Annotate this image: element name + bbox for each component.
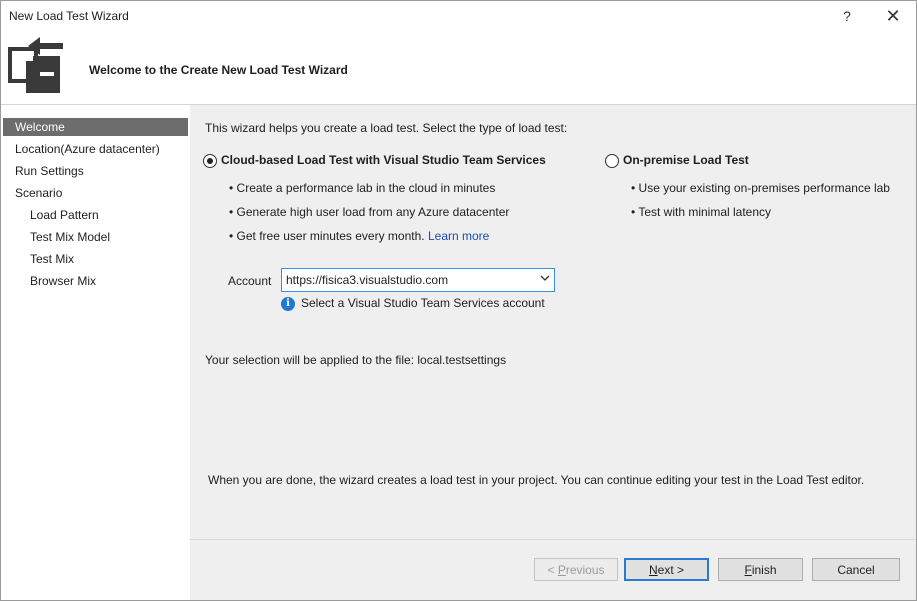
sidebar-item-test-mix-model[interactable]: Test Mix Model <box>3 228 188 246</box>
previous-prefix: < <box>547 563 558 577</box>
cloud-bullet-text: • Get free user minutes every month. <box>229 229 425 243</box>
sidebar-item-label: Scenario <box>15 186 63 200</box>
sidebar-item-scenario[interactable]: Scenario <box>3 184 188 202</box>
finish-button[interactable]: Finish <box>718 558 803 581</box>
previous-button[interactable]: < Previous <box>534 558 618 581</box>
sidebar-item-label: Welcome <box>15 120 65 134</box>
done-note: When you are done, the wizard creates a … <box>208 473 865 487</box>
finish-rest: inish <box>751 563 777 577</box>
sidebar-item-label: Test Mix Model <box>30 230 111 244</box>
cloud-bullet: • Generate high user load from any Azure… <box>229 205 510 219</box>
header-title: Welcome to the Create New Load Test Wiza… <box>89 63 348 77</box>
on-premise-load-test-radio[interactable] <box>605 154 619 168</box>
sidebar-item-label: Browser Mix <box>30 274 97 288</box>
wizard-steps-sidebar: Welcome Location(Azure datacenter) Run S… <box>1 105 190 600</box>
sidebar-item-load-pattern[interactable]: Load Pattern <box>3 206 188 224</box>
sidebar-item-label: Load Pattern <box>30 208 99 222</box>
cloud-bullet: • Create a performance lab in the cloud … <box>229 181 496 195</box>
next-rest: ext > <box>657 563 685 577</box>
previous-rest: revious <box>565 563 605 577</box>
button-divider <box>190 539 916 540</box>
chevron-down-icon[interactable] <box>540 273 550 283</box>
next-button[interactable]: Next > <box>624 558 709 581</box>
next-accelerator: N <box>648 563 658 577</box>
sidebar-item-run-settings[interactable]: Run Settings <box>3 162 188 180</box>
sidebar-item-location[interactable]: Location(Azure datacenter) <box>3 140 188 158</box>
selection-note: Your selection will be applied to the fi… <box>205 353 507 367</box>
onprem-bullet: • Test with minimal latency <box>631 205 772 219</box>
sidebar-item-label: Location(Azure datacenter) <box>15 142 160 156</box>
sidebar-item-label: Test Mix <box>30 252 75 266</box>
sidebar-item-welcome[interactable]: Welcome <box>3 118 188 136</box>
title-bar: New Load Test Wizard ? ✕ <box>1 1 916 31</box>
cloud-bullet: • Get free user minutes every month. Lea… <box>229 229 489 243</box>
onprem-bullet: • Use your existing on-premises performa… <box>631 181 890 195</box>
wizard-doc-icon <box>8 37 63 93</box>
finish-accelerator: F <box>744 563 752 577</box>
close-button[interactable]: ✕ <box>879 5 907 27</box>
account-combobox[interactable]: https://fisica3.visualstudio.com <box>281 268 555 292</box>
on-premise-load-test-label[interactable]: On-premise Load Test <box>623 153 749 167</box>
sidebar-item-test-mix[interactable]: Test Mix <box>3 250 188 268</box>
window-title: New Load Test Wizard <box>9 9 129 23</box>
wizard-window: New Load Test Wizard ? ✕ Welcome to the … <box>0 0 917 601</box>
wizard-main-panel: This wizard helps you create a load test… <box>190 105 916 600</box>
help-button[interactable]: ? <box>833 5 861 27</box>
info-icon: i <box>281 297 295 311</box>
wizard-header: Welcome to the Create New Load Test Wiza… <box>1 31 916 104</box>
cloud-load-test-radio[interactable] <box>203 154 217 168</box>
sidebar-item-browser-mix[interactable]: Browser Mix <box>3 272 188 290</box>
sidebar-item-label: Run Settings <box>15 164 84 178</box>
intro-text: This wizard helps you create a load test… <box>205 121 568 135</box>
account-label: Account <box>228 274 272 288</box>
previous-accelerator: P <box>557 563 566 577</box>
account-value: https://fisica3.visualstudio.com <box>286 273 449 287</box>
account-hint: Select a Visual Studio Team Services acc… <box>301 296 545 310</box>
cancel-button[interactable]: Cancel <box>812 558 900 581</box>
learn-more-link[interactable]: Learn more <box>428 229 489 243</box>
cloud-load-test-label[interactable]: Cloud-based Load Test with Visual Studio… <box>221 153 546 167</box>
